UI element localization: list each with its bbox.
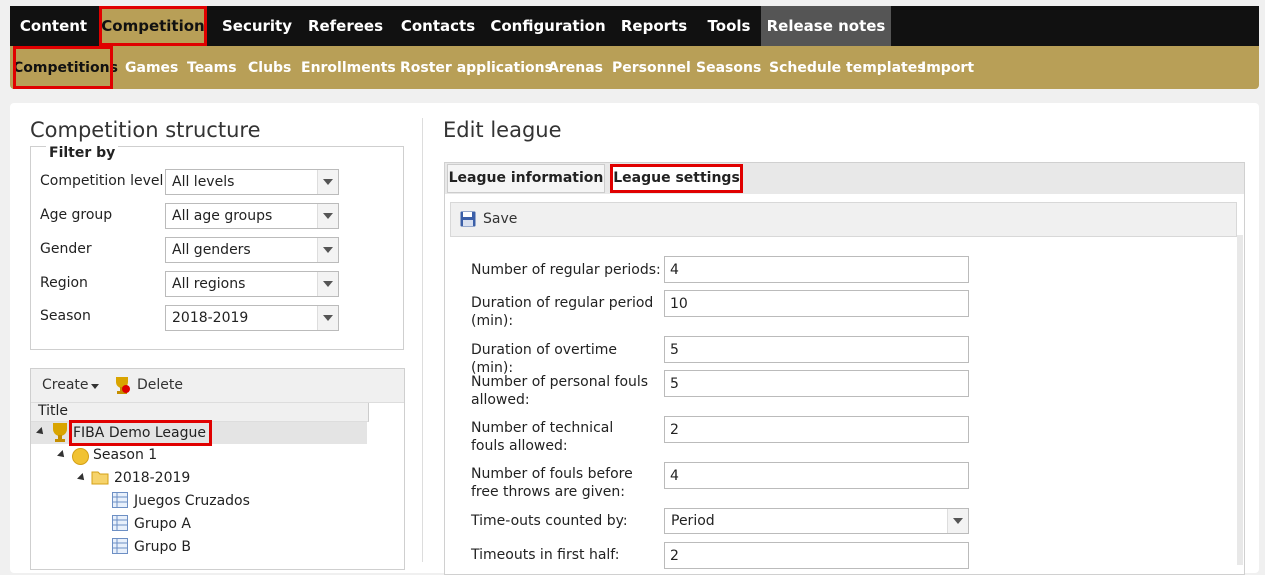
season-select[interactable]: 2018-2019 [165, 305, 339, 331]
caret-down-icon[interactable] [91, 384, 99, 389]
filter-label-competition-level: Competition level [40, 173, 164, 189]
input-value: 5 [670, 376, 679, 392]
tree-header-title: Title [38, 403, 69, 419]
competition-level-select[interactable]: All levels [165, 169, 339, 195]
floppy-disk-icon [460, 211, 476, 227]
select-value: 2018-2019 [172, 310, 249, 326]
input-value: 10 [670, 296, 688, 312]
label-timeouts-counted-by: Time-outs counted by: [471, 513, 628, 529]
personal-fouls-input[interactable]: 5 [664, 370, 969, 397]
label-timeouts-first-half: Timeouts in first half: [471, 547, 620, 563]
select-value: Period [671, 513, 715, 529]
overtime-duration-input[interactable]: 5 [664, 336, 969, 363]
chevron-down-icon [317, 306, 338, 330]
vertical-scrollbar[interactable] [1237, 235, 1243, 565]
filter-label-season: Season [40, 308, 91, 324]
input-value: 4 [670, 262, 679, 278]
select-value: All genders [172, 242, 251, 258]
chevron-down-icon [947, 509, 968, 533]
tab-league-settings[interactable]: League settings [610, 164, 743, 193]
tree-item-grupo-b[interactable]: Grupo B [134, 536, 191, 558]
table-icon [112, 492, 128, 508]
timeouts-first-half-input[interactable]: 2 [664, 542, 969, 569]
subnav-arenas[interactable]: Arenas [548, 46, 603, 89]
input-value: 2 [670, 422, 679, 438]
input-value: 4 [670, 468, 679, 484]
delete-button[interactable]: Delete [137, 377, 183, 393]
subnav-teams[interactable]: Teams [187, 46, 237, 89]
filter-label-gender: Gender [40, 241, 92, 257]
save-button[interactable]: Save [483, 211, 517, 227]
nav-configuration[interactable]: Configuration [486, 6, 610, 46]
table-icon [112, 515, 128, 531]
regular-periods-input[interactable]: 4 [664, 256, 969, 283]
input-value: 5 [670, 342, 679, 358]
filter-label-region: Region [40, 275, 88, 291]
column-divider [422, 118, 423, 562]
tab-league-information[interactable]: League information [447, 164, 605, 193]
timeouts-counted-by-select[interactable]: Period [664, 508, 969, 534]
gender-select[interactable]: All genders [165, 237, 339, 263]
filter-label-age-group: Age group [40, 207, 113, 223]
chevron-down-icon [317, 272, 338, 296]
trophy-icon [116, 377, 130, 394]
tree-item-grupo-a[interactable]: Grupo A [134, 513, 191, 535]
tree-item-juegos-cruzados[interactable]: Juegos Cruzados [134, 490, 250, 512]
subnav-schedule-templates[interactable]: Schedule templates [769, 46, 926, 89]
competition-structure-title: Competition structure [30, 118, 261, 142]
sub-nav: Competitions Games Teams Clubs Enrollmen… [10, 46, 1259, 89]
nav-competition[interactable]: Competition [99, 6, 207, 46]
chevron-down-icon [317, 170, 338, 194]
label-overtime-duration: Duration of overtime (min): [471, 342, 618, 376]
nav-contacts[interactable]: Contacts [390, 6, 486, 46]
chevron-down-icon [317, 204, 338, 228]
subnav-personnel[interactable]: Personnel [612, 46, 691, 89]
tree-item-fiba-demo-league[interactable]: FIBA Demo League [69, 420, 212, 446]
nav-reports[interactable]: Reports [610, 6, 698, 46]
region-select[interactable]: All regions [165, 271, 339, 297]
subnav-clubs[interactable]: Clubs [248, 46, 291, 89]
subnav-games[interactable]: Games [125, 46, 178, 89]
season-icon [72, 448, 89, 465]
label-personal-fouls: Number of personal fouls allowed: [471, 374, 649, 408]
age-group-select[interactable]: All age groups [165, 203, 339, 229]
create-button[interactable]: Create [42, 377, 89, 393]
table-icon [112, 538, 128, 554]
technical-fouls-input[interactable]: 2 [664, 416, 969, 443]
main-nav: Content Competition Security Referees Co… [10, 6, 1259, 46]
subnav-seasons[interactable]: Seasons [696, 46, 761, 89]
select-value: All levels [172, 174, 235, 190]
save-toolbar: Save [450, 202, 1237, 237]
nav-security[interactable]: Security [213, 6, 301, 46]
filter-legend: Filter by [46, 145, 119, 161]
chevron-down-icon [317, 238, 338, 262]
tree-item-season-year[interactable]: 2018-2019 [114, 467, 190, 489]
label-regular-periods: Number of regular periods: [471, 262, 661, 278]
fouls-before-free-throws-input[interactable]: 4 [664, 462, 969, 489]
label-regular-period-duration: Duration of regular period (min): [471, 295, 654, 329]
nav-referees[interactable]: Referees [301, 6, 390, 46]
select-value: All regions [172, 276, 246, 292]
regular-period-duration-input[interactable]: 10 [664, 290, 969, 317]
folder-icon [91, 471, 109, 485]
subnav-import[interactable]: Import [921, 46, 974, 89]
nav-release-notes[interactable]: Release notes [761, 6, 891, 46]
select-value: All age groups [172, 208, 273, 224]
label-fouls-before-free-throws: Number of fouls before free throws are g… [471, 466, 633, 500]
nav-tools[interactable]: Tools [698, 6, 760, 46]
subnav-enrollments[interactable]: Enrollments [301, 46, 396, 89]
nav-content[interactable]: Content [10, 6, 97, 46]
competition-tree: Create Delete Title [30, 368, 405, 570]
tree-item-season[interactable]: Season 1 [93, 444, 157, 466]
tree-toolbar: Create Delete [31, 369, 404, 403]
subnav-competitions[interactable]: Competitions [13, 46, 118, 89]
subnav-roster-applications[interactable]: Roster applications [400, 46, 553, 89]
edit-league-title: Edit league [443, 118, 562, 142]
label-technical-fouls: Number of technical fouls allowed: [471, 420, 614, 454]
trophy-icon [53, 423, 67, 442]
